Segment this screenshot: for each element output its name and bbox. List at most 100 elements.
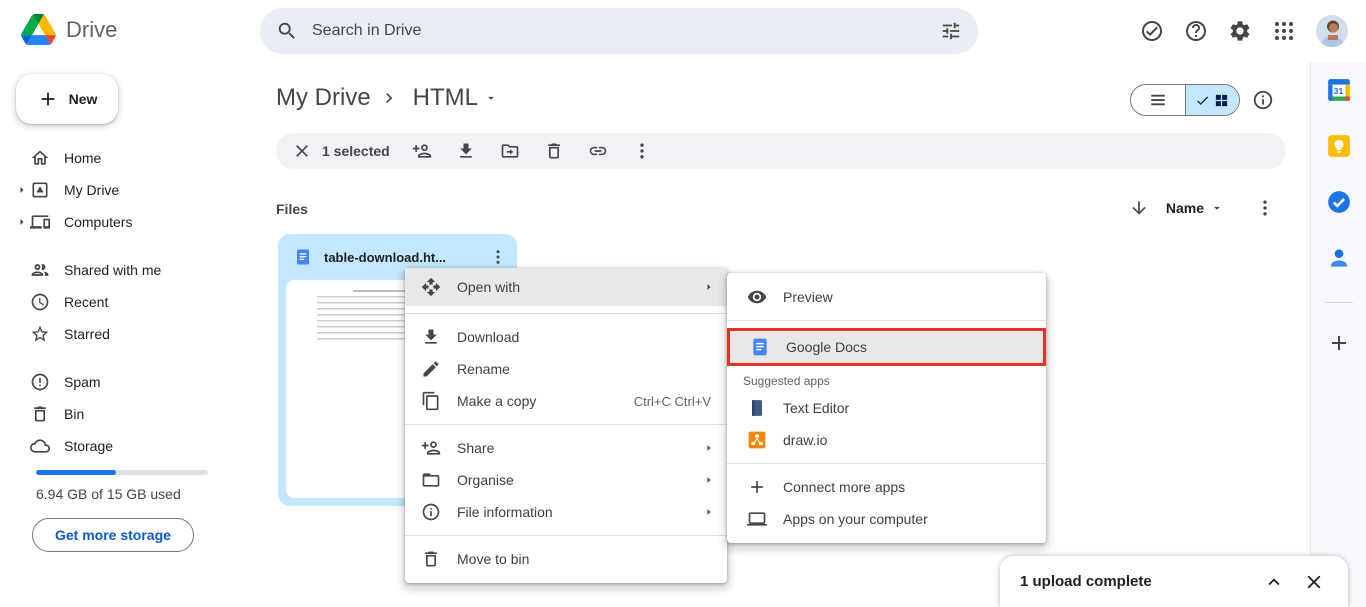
menu-item-rename[interactable]: Rename xyxy=(405,353,727,385)
calendar-button[interactable] xyxy=(1325,76,1353,104)
menu-item-share[interactable]: Share xyxy=(405,432,727,464)
keep-button[interactable] xyxy=(1325,132,1353,160)
clear-selection-button[interactable] xyxy=(284,135,320,167)
caret-down-icon xyxy=(1210,201,1224,215)
sort-by-button[interactable]: Name xyxy=(1166,200,1224,216)
suggested-apps-label: Suggested apps xyxy=(727,366,1046,392)
check-icon xyxy=(1195,93,1210,108)
grid-view-button[interactable] xyxy=(1186,85,1240,115)
submenu-item-apps-on-your-computer[interactable]: Apps on your computer xyxy=(727,503,1046,535)
upload-notification: 1 upload complete xyxy=(1000,556,1348,607)
download-button[interactable] xyxy=(444,135,488,167)
contacts-button[interactable] xyxy=(1325,244,1353,272)
plus-icon xyxy=(1327,331,1351,355)
sort-direction-button[interactable] xyxy=(1124,193,1154,223)
side-panel xyxy=(1310,62,1366,607)
menu-item-download[interactable]: Download xyxy=(405,321,727,353)
search-bar[interactable] xyxy=(260,8,978,54)
settings-button[interactable] xyxy=(1218,15,1262,47)
menu-item-move-to-bin[interactable]: Move to bin xyxy=(405,543,727,575)
folder-icon xyxy=(421,470,441,490)
new-button-label: New xyxy=(69,91,98,107)
user-photo-icon xyxy=(1316,15,1348,47)
storage-progress-bar xyxy=(36,470,208,475)
file-name: table-download.ht... xyxy=(324,250,477,265)
submenu-item-text-editor[interactable]: Text Editor xyxy=(727,392,1046,424)
trash-icon xyxy=(544,141,564,161)
copy-link-button[interactable] xyxy=(576,135,620,167)
sidebar-item-recent[interactable]: Recent xyxy=(0,286,256,318)
submenu-item-drawio[interactable]: draw.io xyxy=(727,424,1046,456)
share-button[interactable] xyxy=(400,135,444,167)
submenu-item-preview[interactable]: Preview xyxy=(727,281,1046,313)
get-more-storage-button[interactable]: Get more storage xyxy=(32,518,194,552)
download-icon xyxy=(421,327,441,347)
new-button[interactable]: New xyxy=(16,74,118,124)
person-add-icon xyxy=(412,141,432,161)
offline-status-button[interactable] xyxy=(1130,15,1174,47)
menu-item-organise[interactable]: Organise xyxy=(405,464,727,496)
list-view-button[interactable] xyxy=(1131,85,1185,115)
text-editor-icon xyxy=(747,398,767,418)
get-add-ons-button[interactable] xyxy=(1325,329,1353,357)
sidebar-item-home[interactable]: Home xyxy=(0,142,256,174)
submenu-arrow-icon xyxy=(703,474,715,486)
drawio-icon xyxy=(747,430,767,450)
breadcrumb-my-drive[interactable]: My Drive xyxy=(276,84,371,112)
trash-icon xyxy=(421,549,441,569)
menu-item-make-a-copy[interactable]: Make a copy Ctrl+C Ctrl+V xyxy=(405,385,727,417)
file-more-actions-button[interactable] xyxy=(489,248,507,266)
submenu-item-google-docs[interactable]: Google Docs xyxy=(727,328,1046,366)
expand-caret-icon[interactable] xyxy=(16,184,30,196)
cloud-icon xyxy=(30,436,50,456)
expand-caret-icon[interactable] xyxy=(16,216,30,228)
close-notification-button[interactable] xyxy=(1294,562,1334,602)
google-contacts-icon xyxy=(1326,245,1352,271)
grid-view-icon xyxy=(1214,93,1229,108)
breadcrumb-current-folder[interactable]: HTML xyxy=(407,82,504,114)
google-calendar-icon xyxy=(1326,77,1352,103)
sidebar-item-storage[interactable]: Storage xyxy=(0,430,256,462)
open-with-icon xyxy=(421,277,441,297)
move-to-bin-button[interactable] xyxy=(532,135,576,167)
search-icon[interactable] xyxy=(276,20,298,42)
trash-icon xyxy=(30,404,50,424)
three-dots-icon xyxy=(1255,198,1275,218)
open-with-submenu: Preview Google Docs Suggested apps Text … xyxy=(727,273,1046,543)
expand-notification-button[interactable] xyxy=(1254,562,1294,602)
keyboard-shortcut: Ctrl+C Ctrl+V xyxy=(634,394,711,409)
tasks-button[interactable] xyxy=(1325,188,1353,216)
drive-logo[interactable]: Drive xyxy=(21,14,117,45)
info-icon xyxy=(421,502,441,522)
search-input[interactable] xyxy=(312,22,926,40)
list-view-icon xyxy=(1149,91,1167,109)
download-icon xyxy=(456,141,476,161)
submenu-item-connect-more-apps[interactable]: Connect more apps xyxy=(727,471,1046,503)
link-icon xyxy=(588,141,608,161)
google-apps-button[interactable] xyxy=(1262,15,1306,47)
sidebar-item-bin[interactable]: Bin xyxy=(0,398,256,430)
chevron-right-icon xyxy=(379,88,399,108)
sort-controls: Name xyxy=(1124,193,1280,223)
view-options-button[interactable] xyxy=(1250,193,1280,223)
star-icon xyxy=(30,324,50,344)
sidebar-item-shared-with-me[interactable]: Shared with me xyxy=(0,254,256,286)
view-toggle xyxy=(1130,84,1240,116)
current-folder-name: HTML xyxy=(413,84,478,112)
more-actions-button[interactable] xyxy=(620,135,664,167)
plus-icon xyxy=(747,477,767,497)
sidebar-item-spam[interactable]: Spam xyxy=(0,366,256,398)
sidebar-item-my-drive[interactable]: My Drive xyxy=(0,174,256,206)
move-button[interactable] xyxy=(488,135,532,167)
tune-icon[interactable] xyxy=(940,20,962,42)
plus-icon xyxy=(37,88,59,110)
files-heading: Files xyxy=(276,201,308,217)
sidebar-item-computers[interactable]: Computers xyxy=(0,206,256,238)
sidebar-item-starred[interactable]: Starred xyxy=(0,318,256,350)
menu-item-open-with[interactable]: Open with xyxy=(405,268,727,306)
account-avatar[interactable] xyxy=(1316,15,1348,47)
devices-icon xyxy=(30,212,50,232)
details-button[interactable] xyxy=(1252,89,1274,111)
menu-item-file-information[interactable]: File information xyxy=(405,496,727,528)
help-button[interactable] xyxy=(1174,15,1218,47)
